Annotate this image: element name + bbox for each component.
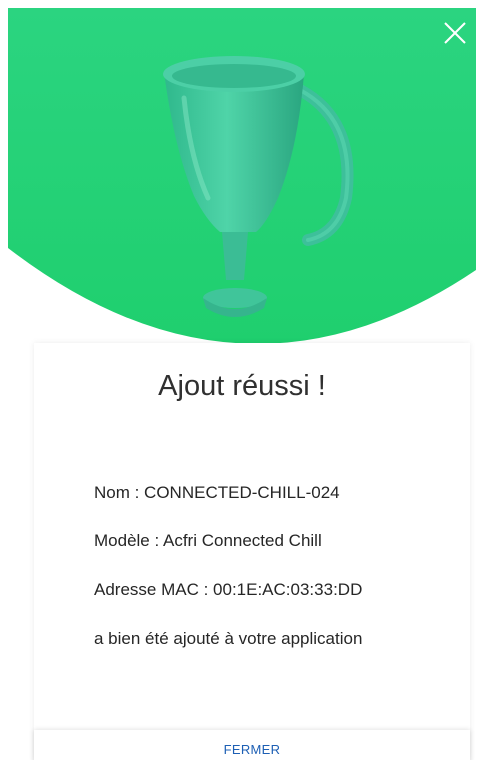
device-mac-address: Adresse MAC : 00:1E:AC:03:33:DD	[94, 580, 363, 599]
dialog-actions: FERMER	[34, 730, 470, 760]
success-dialog: Ajout réussi ! Nom : CONNECTED-CHILL-024…	[8, 8, 476, 760]
trophy-icon	[8, 8, 476, 344]
dialog-title: Ajout réussi !	[158, 370, 326, 402]
device-model: Modèle : Acfri Connected Chill	[94, 531, 322, 550]
confirmation-message: a bien été ajouté à votre application	[94, 629, 363, 648]
close-icon[interactable]	[440, 18, 470, 48]
content-card	[34, 343, 470, 760]
hero-banner	[8, 8, 476, 348]
close-button[interactable]: FERMER	[34, 742, 470, 757]
device-name: Nom : CONNECTED-CHILL-024	[94, 483, 340, 502]
